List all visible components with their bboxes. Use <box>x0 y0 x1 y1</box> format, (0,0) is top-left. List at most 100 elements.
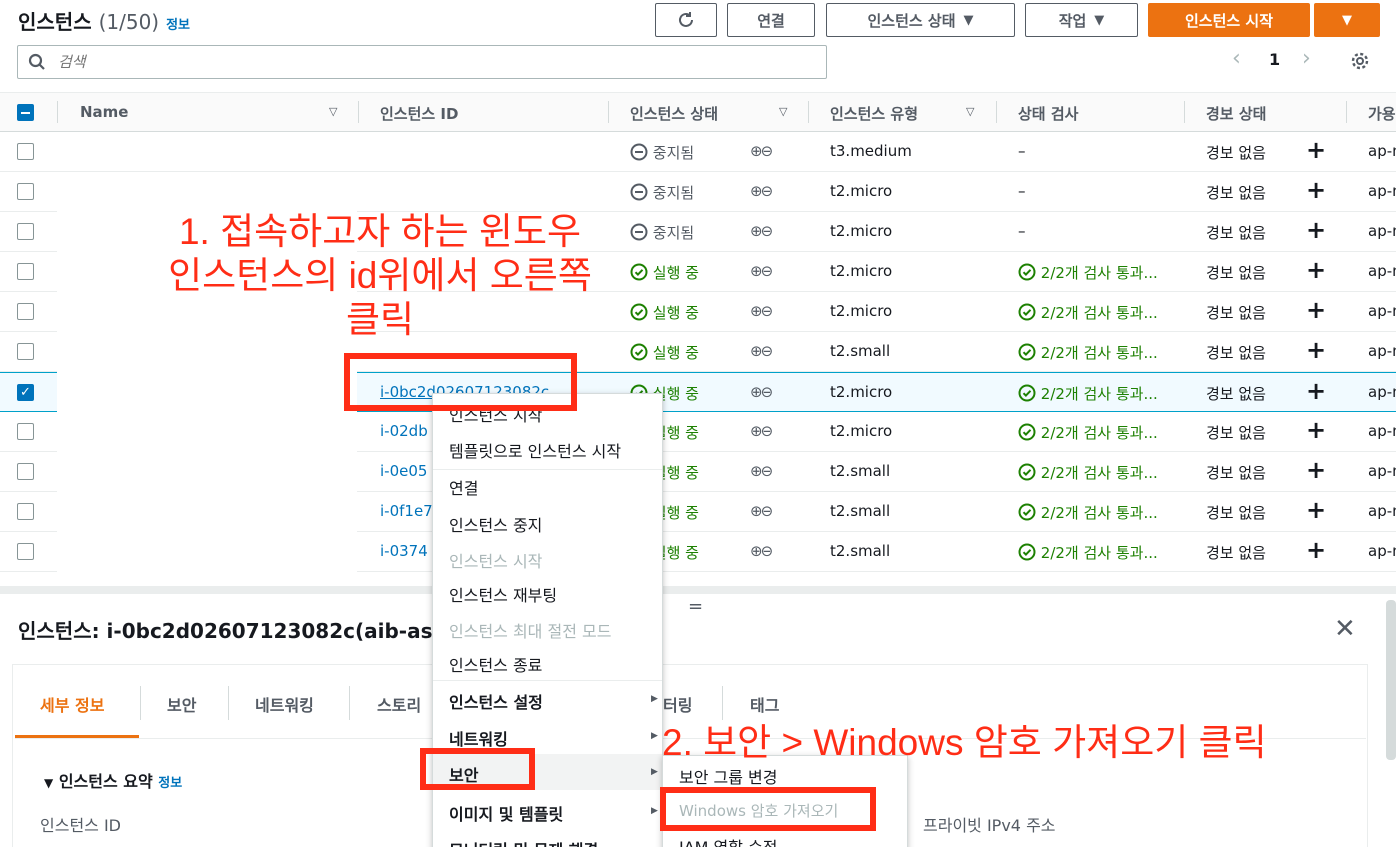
col-instance-type[interactable]: 인스턴스 유형 <box>830 103 918 124</box>
zoom-in-out-icon[interactable]: ⊕⊖ <box>750 182 773 200</box>
annotation-step1-line3: 클릭 <box>345 299 415 340</box>
col-name[interactable]: Name <box>80 103 128 121</box>
instance-id-link[interactable]: i-0e05 <box>380 462 427 480</box>
col-alarm-status[interactable]: 경보 상태 <box>1206 103 1266 124</box>
refresh-button[interactable] <box>655 3 717 37</box>
zoom-in-out-icon[interactable]: ⊕⊖ <box>750 422 773 440</box>
add-alarm-plus-icon[interactable]: + <box>1306 536 1326 564</box>
next-page-icon[interactable]: › <box>1302 46 1311 71</box>
add-alarm-plus-icon[interactable]: + <box>1306 377 1326 405</box>
row-checkbox[interactable] <box>17 303 34 320</box>
tab-storage[interactable]: 스토리 <box>377 692 421 716</box>
menu-item-reboot[interactable]: 인스턴스 재부팅 <box>449 582 557 606</box>
actions-button[interactable]: 작업 ▼ <box>1025 3 1138 37</box>
status-check: 2/2개 검사 통과... <box>1018 302 1158 323</box>
menu-item-stop[interactable]: 인스턴스 중지 <box>449 512 542 536</box>
col-instance-id[interactable]: 인스턴스 ID <box>380 103 458 124</box>
connect-button[interactable]: 연결 <box>727 3 815 37</box>
search-input[interactable] <box>58 53 758 71</box>
instance-id-link[interactable]: i-0374 <box>380 542 428 560</box>
prev-page-icon[interactable]: ‹ <box>1232 46 1241 71</box>
add-alarm-plus-icon[interactable]: + <box>1306 336 1326 364</box>
row-checkbox[interactable] <box>17 143 34 160</box>
row-checkbox[interactable] <box>17 183 34 200</box>
sort-icon[interactable]: ▽ <box>779 105 787 118</box>
menu-item-monitoring[interactable]: 모니터링 및 문제 해결 <box>449 837 598 847</box>
col-status-check[interactable]: 상태 검사 <box>1018 103 1078 124</box>
sort-icon[interactable]: ▽ <box>329 105 337 118</box>
instance-state-text: 실행 중 <box>652 304 699 322</box>
menu-item-terminate[interactable]: 인스턴스 종료 <box>449 652 542 676</box>
row-checkbox[interactable] <box>17 263 34 280</box>
panel-divider[interactable] <box>0 586 1396 594</box>
launch-dropdown-button[interactable]: ▼ <box>1314 3 1380 37</box>
menu-item-networking[interactable]: 네트워킹 <box>449 726 508 750</box>
check-circle-icon <box>1018 384 1036 402</box>
row-checkbox[interactable] <box>17 423 34 440</box>
add-alarm-plus-icon[interactable]: + <box>1306 216 1326 244</box>
submenu-modify-iam-role[interactable]: IAM 역할 수정 <box>679 834 778 847</box>
add-alarm-plus-icon[interactable]: + <box>1306 416 1326 444</box>
status-check: – <box>1018 182 1026 200</box>
zoom-in-out-icon[interactable]: ⊕⊖ <box>750 222 773 240</box>
add-alarm-plus-icon[interactable]: + <box>1306 176 1326 204</box>
instance-state-text: 실행 중 <box>652 344 699 362</box>
zoom-in-out-icon[interactable]: ⊕⊖ <box>750 142 773 160</box>
add-alarm-plus-icon[interactable]: + <box>1306 296 1326 324</box>
zoom-in-out-icon[interactable]: ⊕⊖ <box>750 462 773 480</box>
info-link[interactable]: 정보 <box>166 18 190 33</box>
zoom-in-out-icon[interactable]: ⊕⊖ <box>750 542 773 560</box>
alarm-status: 경보 없음 <box>1206 385 1266 403</box>
page-title: 인스턴스 (1/50) 정보 <box>18 6 190 35</box>
col-instance-state[interactable]: 인스턴스 상태 <box>630 103 718 124</box>
instance-state: 중지됨 <box>630 182 694 203</box>
menu-item-launch-from-template[interactable]: 템플릿으로 인스턴스 시작 <box>449 438 621 462</box>
tab-details[interactable]: 세부 정보 <box>40 692 104 716</box>
row-checkbox[interactable] <box>17 503 34 520</box>
menu-item-connect[interactable]: 연결 <box>449 475 478 499</box>
row-checkbox[interactable] <box>17 543 34 560</box>
menu-item-instance-settings[interactable]: 인스턴스 설정 <box>449 689 543 713</box>
tab-networking[interactable]: 네트워킹 <box>255 692 314 716</box>
instance-type: t2.small <box>830 462 891 480</box>
section-summary[interactable]: ▼ 인스턴스 요약 정보 <box>44 768 182 792</box>
status-check: 2/2개 검사 통과... <box>1018 342 1158 363</box>
drag-handle[interactable]: = <box>688 596 703 617</box>
refresh-icon <box>679 12 693 27</box>
zoom-in-out-icon[interactable]: ⊕⊖ <box>750 302 773 320</box>
submenu-change-security-groups[interactable]: 보안 그룹 변경 <box>679 764 778 788</box>
submenu-arrow-icon: ▶ <box>651 731 658 741</box>
status-check-text: 2/2개 검사 통과... <box>1040 264 1158 282</box>
instance-id-link[interactable]: i-02db <box>380 422 428 440</box>
add-alarm-plus-icon[interactable]: + <box>1306 136 1326 164</box>
menu-item-images-templates[interactable]: 이미지 및 템플릿 <box>449 801 563 825</box>
col-availability-zone[interactable]: 가용 <box>1368 103 1396 124</box>
zoom-in-out-icon[interactable]: ⊕⊖ <box>750 262 773 280</box>
section-info-link[interactable]: 정보 <box>158 776 182 791</box>
sort-icon[interactable]: ▽ <box>966 105 974 118</box>
row-checkbox[interactable] <box>17 463 34 480</box>
select-all-checkbox[interactable] <box>17 104 34 121</box>
close-icon[interactable]: ✕ <box>1334 614 1356 644</box>
availability-zone: ap-n <box>1368 462 1396 480</box>
scrollbar[interactable] <box>1386 600 1396 760</box>
zoom-in-out-icon[interactable]: ⊕⊖ <box>750 383 773 401</box>
table-row[interactable]: 중지됨 ⊕⊖ t3.medium – 경보 없음 + ap-n <box>0 132 1396 172</box>
row-checkbox[interactable]: ✓ <box>17 384 34 401</box>
zoom-in-out-icon[interactable]: ⊕⊖ <box>750 502 773 520</box>
page-number[interactable]: 1 <box>1269 50 1280 69</box>
instance-state-text: 중지됨 <box>652 224 695 242</box>
tab-security[interactable]: 보안 <box>167 692 196 716</box>
check-circle-icon <box>1018 263 1036 281</box>
settings-gear-icon[interactable] <box>1349 50 1371 76</box>
add-alarm-plus-icon[interactable]: + <box>1306 456 1326 484</box>
search-box[interactable] <box>17 45 827 79</box>
instance-state-button[interactable]: 인스턴스 상태 ▼ <box>826 3 1015 37</box>
zoom-in-out-icon[interactable]: ⊕⊖ <box>750 342 773 360</box>
add-alarm-plus-icon[interactable]: + <box>1306 496 1326 524</box>
instance-id-link[interactable]: i-0f1e7 <box>380 502 433 520</box>
row-checkbox[interactable] <box>17 223 34 240</box>
add-alarm-plus-icon[interactable]: + <box>1306 256 1326 284</box>
row-checkbox[interactable] <box>17 343 34 360</box>
launch-instance-button[interactable]: 인스턴스 시작 <box>1148 3 1310 37</box>
